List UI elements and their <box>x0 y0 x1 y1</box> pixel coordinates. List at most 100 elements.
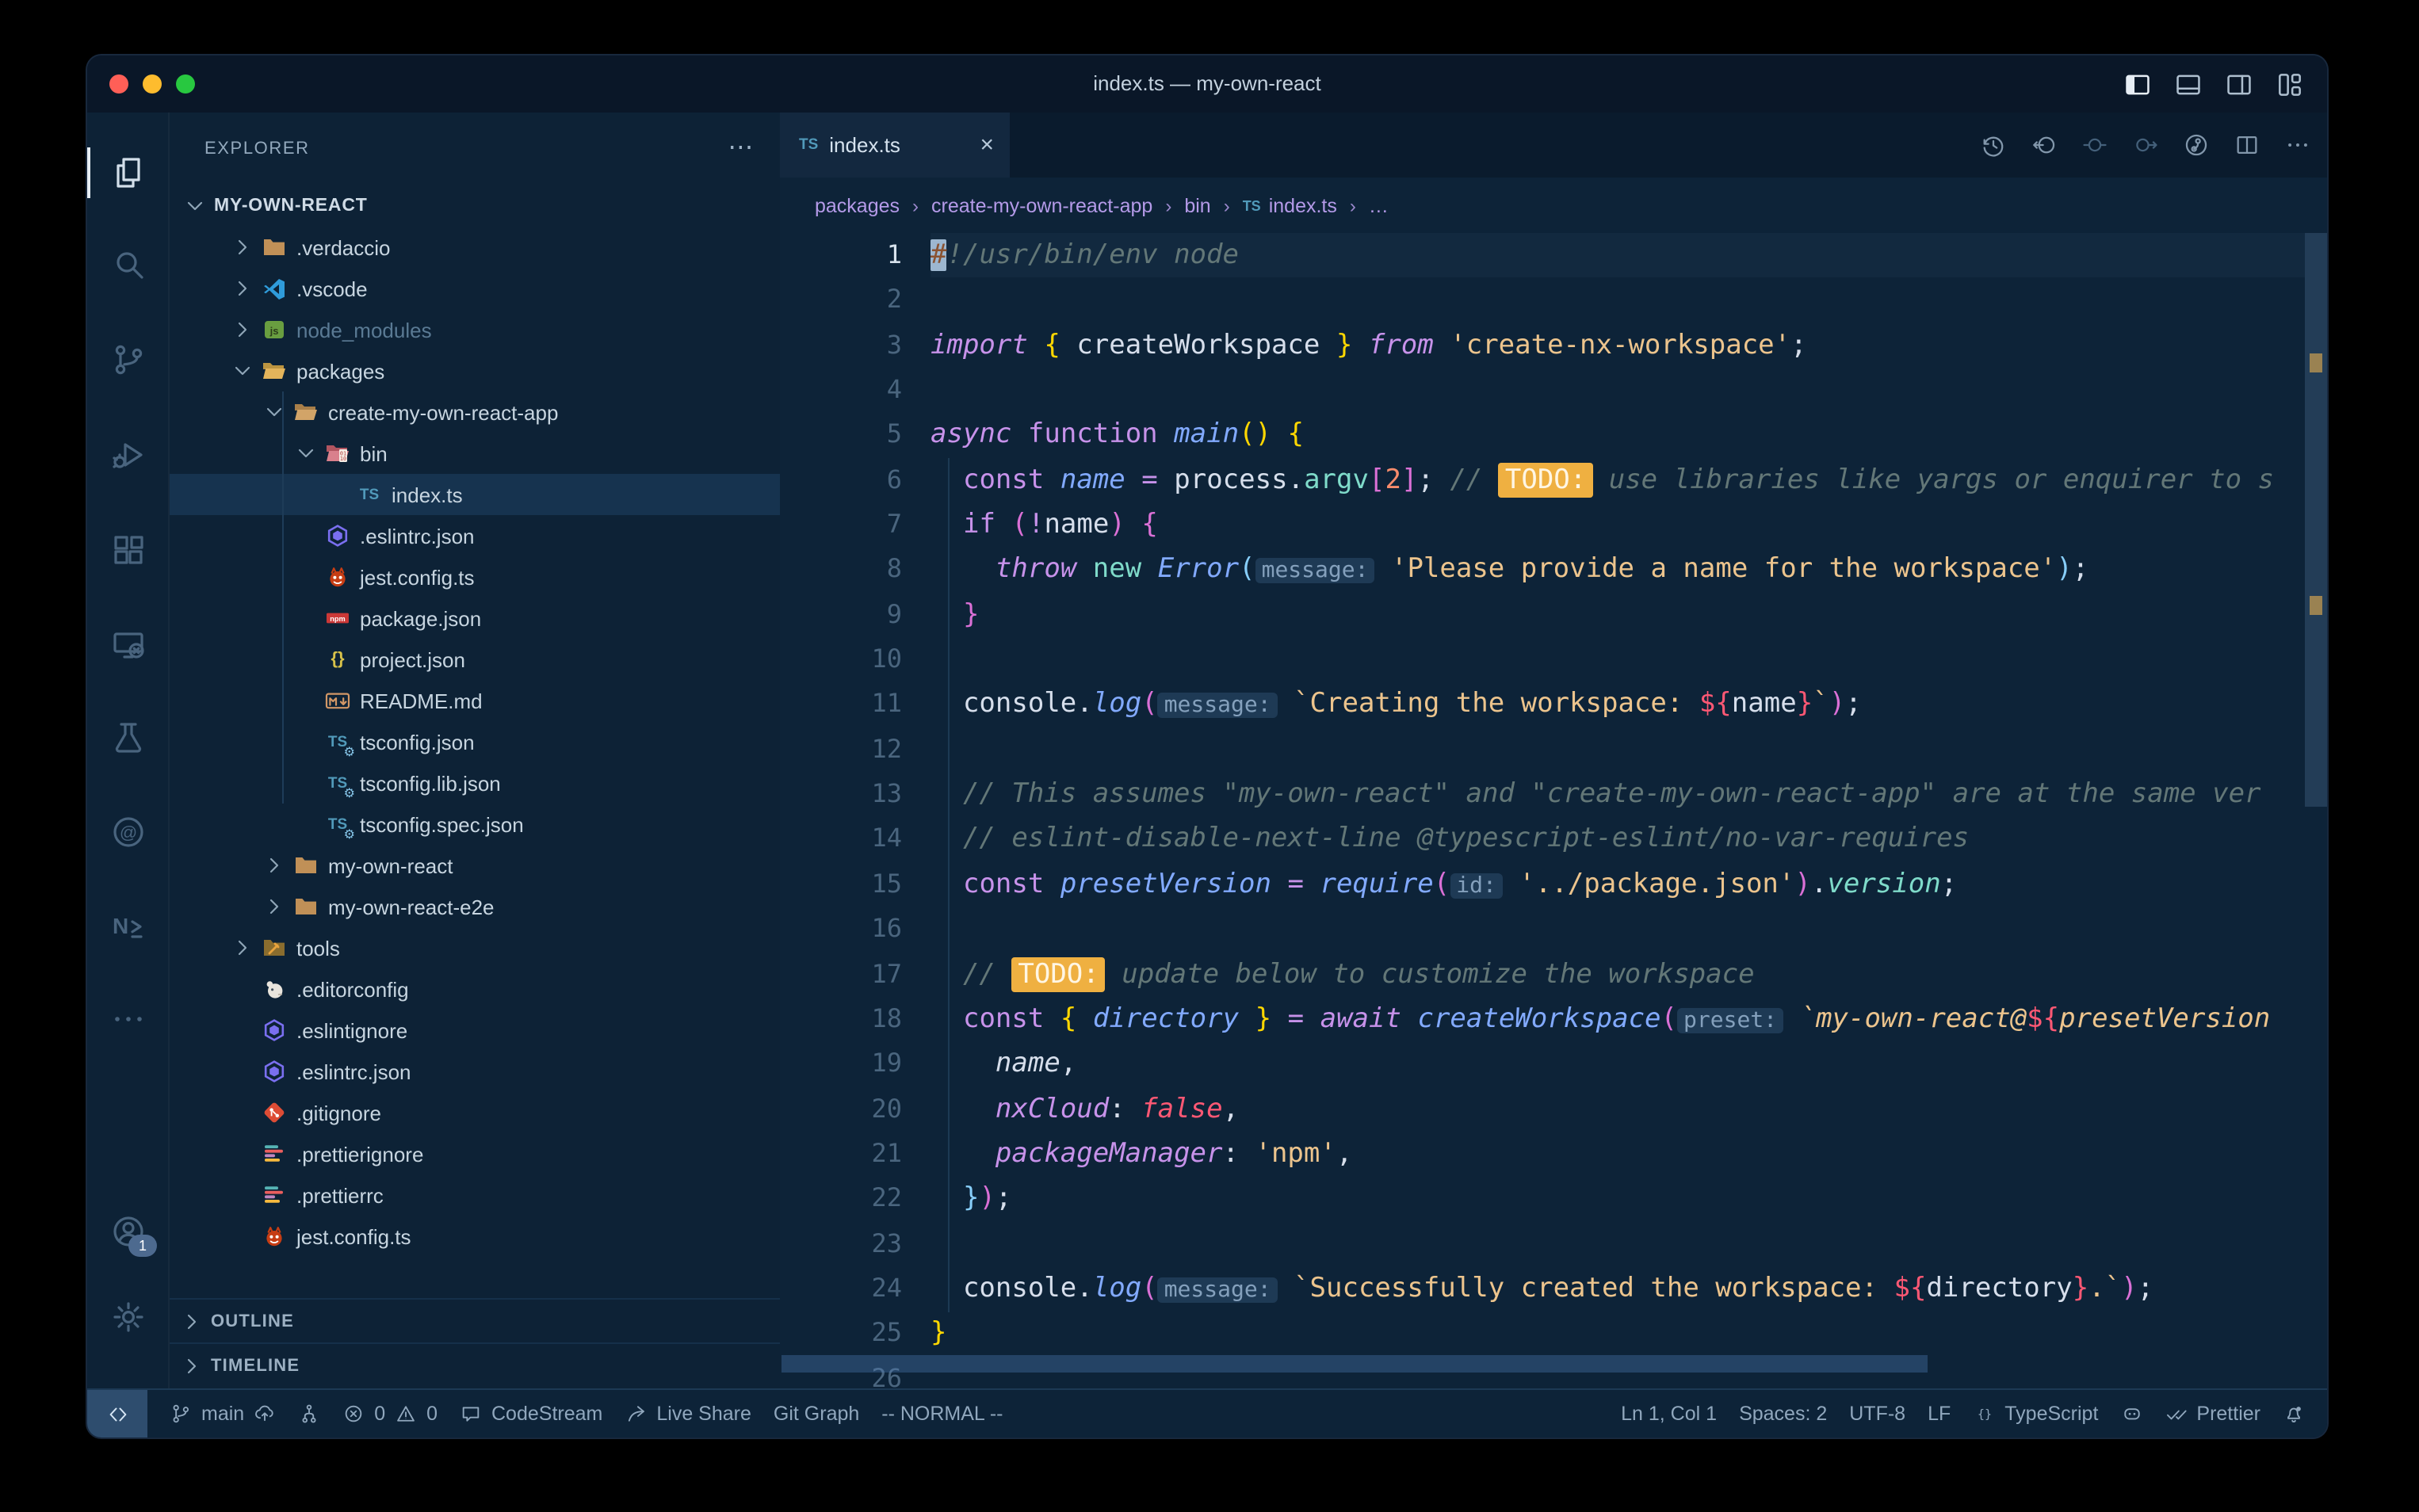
breadcrumb-item[interactable]: create-my-own-react-app <box>931 194 1152 216</box>
status-indentation[interactable]: Spaces: 2 <box>1739 1390 1827 1438</box>
breadcrumb-item[interactable]: … <box>1369 194 1389 216</box>
tree-item-packages[interactable]: packages <box>170 350 780 391</box>
code-line-5[interactable]: 5async function main() { <box>780 413 2305 458</box>
tree-item-.gitignore[interactable]: .gitignore <box>170 1092 780 1133</box>
activity-codestream[interactable]: @ <box>87 800 170 864</box>
status-encoding[interactable]: UTF-8 <box>1849 1390 1905 1438</box>
tree-item-.editorconfig[interactable]: .editorconfig <box>170 968 780 1010</box>
tree-item-.prettierignore[interactable]: .prettierignore <box>170 1133 780 1174</box>
section-timeline[interactable]: TIMELINE <box>170 1342 780 1387</box>
code-line-3[interactable]: 3import { createWorkspace } from 'create… <box>780 323 2305 368</box>
layout-panel-icon[interactable] <box>2173 69 2203 99</box>
horizontal-scrollbar-thumb[interactable] <box>781 1355 1928 1373</box>
code-line-4[interactable]: 4 <box>780 368 2305 413</box>
activity-source-control[interactable] <box>87 328 170 391</box>
code-line-6[interactable]: 6 const name = process.argv[2]; // TODO:… <box>780 457 2305 502</box>
circle-prev-icon[interactable] <box>2081 132 2108 158</box>
tree-item-project.json[interactable]: {}project.json <box>170 639 780 680</box>
vertical-scrollbar-thumb[interactable] <box>2305 233 2327 807</box>
activity-remote-explorer[interactable] <box>87 613 170 677</box>
activity-nx-console[interactable]: N <box>87 894 170 957</box>
tree-item-create-my-own-react-app[interactable]: create-my-own-react-app <box>170 391 780 433</box>
breadcrumb-item[interactable]: bin <box>1184 194 1210 216</box>
history-icon[interactable] <box>1980 132 2007 158</box>
code-line-23[interactable]: 23 <box>780 1221 2305 1266</box>
split-editor-icon[interactable] <box>2234 132 2260 158</box>
layout-grid-icon[interactable] <box>2275 69 2305 99</box>
explorer-more-actions-icon[interactable]: ⋯ <box>728 141 755 157</box>
nav-back-icon[interactable] <box>2031 132 2058 158</box>
activity-run-debug[interactable] <box>87 423 170 487</box>
code-line-2[interactable]: 2 <box>780 278 2305 323</box>
status-git-graph[interactable]: Git Graph <box>774 1390 859 1438</box>
code-line-7[interactable]: 7 if (!name) { <box>780 502 2305 548</box>
code-line-12[interactable]: 12 <box>780 727 2305 773</box>
code-line-21[interactable]: 21 packageManager: 'npm', <box>780 1132 2305 1177</box>
close-tab-icon[interactable]: × <box>980 133 994 157</box>
tree-item-.verdaccio[interactable]: .verdaccio <box>170 227 780 268</box>
layout-sidebar-left-icon[interactable] <box>2123 69 2153 99</box>
activity-files[interactable] <box>87 141 170 204</box>
activity-more[interactable] <box>87 987 170 1051</box>
status-remote[interactable] <box>87 1390 147 1438</box>
status-prettier[interactable]: Prettier <box>2165 1390 2260 1438</box>
code-line-25[interactable]: 25} <box>780 1312 2305 1357</box>
status-vim-mode[interactable]: -- NORMAL -- <box>881 1390 1003 1438</box>
status-problems[interactable]: 00 <box>342 1390 438 1438</box>
code-line-19[interactable]: 19 name, <box>780 1041 2305 1086</box>
code-line-15[interactable]: 15 const presetVersion = require(id: '..… <box>780 862 2305 907</box>
code-area[interactable]: 1#!/usr/bin/env node23import { createWor… <box>780 233 2305 1388</box>
more-actions-icon[interactable] <box>2284 132 2311 158</box>
tree-item-bin[interactable]: 0110bin <box>170 433 780 474</box>
tree-item-my-own-react-e2e[interactable]: my-own-react-e2e <box>170 886 780 927</box>
tree-item-package.json[interactable]: npmpackage.json <box>170 598 780 639</box>
code-line-20[interactable]: 20 nxCloud: false, <box>780 1086 2305 1132</box>
tree-item-README.md[interactable]: README.md <box>170 680 780 721</box>
activity-testing[interactable] <box>87 705 170 769</box>
git-compare-icon[interactable] <box>2183 132 2210 158</box>
status-language[interactable]: {}TypeScript <box>1973 1390 2098 1438</box>
tree-item-tsconfig.spec.json[interactable]: TStsconfig.spec.json <box>170 804 780 845</box>
code-line-8[interactable]: 8 throw new Error(message: 'Please provi… <box>780 548 2305 593</box>
activity-search[interactable] <box>87 233 170 296</box>
status-codestream[interactable]: CodeStream <box>460 1390 602 1438</box>
activity-extensions[interactable] <box>87 518 170 582</box>
tree-item-.vscode[interactable]: .vscode <box>170 268 780 309</box>
tree-item-tools[interactable]: tools <box>170 927 780 968</box>
tree-item-.eslintrc.json[interactable]: .eslintrc.json <box>170 1051 780 1092</box>
tree-item-tsconfig.json[interactable]: TStsconfig.json <box>170 721 780 762</box>
tree-item-node_modules[interactable]: jsnode_modules <box>170 309 780 350</box>
code-line-24[interactable]: 24 console.log(message: `Successfully cr… <box>780 1266 2305 1312</box>
code-line-11[interactable]: 11 console.log(message: `Creating the wo… <box>780 682 2305 727</box>
code-line-18[interactable]: 18 const { directory } = await createWor… <box>780 997 2305 1042</box>
status-live-share[interactable]: Live Share <box>625 1390 751 1438</box>
tree-root[interactable]: MY-OWN-REACT <box>170 185 780 227</box>
status-branch[interactable]: main <box>170 1390 276 1438</box>
status-cursor-position[interactable]: Ln 1, Col 1 <box>1621 1390 1717 1438</box>
circle-next-icon[interactable] <box>2132 132 2159 158</box>
layout-sidebar-right-icon[interactable] <box>2224 69 2254 99</box>
breadcrumb-item[interactable]: TSindex.ts <box>1243 194 1337 216</box>
code-line-10[interactable]: 10 <box>780 637 2305 682</box>
tree-item-.eslintignore[interactable]: .eslintignore <box>170 1010 780 1051</box>
breadcrumb-item[interactable]: packages <box>815 194 900 216</box>
section-outline[interactable]: OUTLINE <box>170 1298 780 1342</box>
status-eol[interactable]: LF <box>1928 1390 1951 1438</box>
activity-account[interactable]: 1 <box>87 1200 170 1263</box>
status-notifications[interactable] <box>2283 1390 2305 1438</box>
tree-item-.prettierrc[interactable]: .prettierrc <box>170 1174 780 1216</box>
code-line-17[interactable]: 17 // TODO: update below to customize th… <box>780 952 2305 997</box>
tree-item-my-own-react[interactable]: my-own-react <box>170 845 780 886</box>
status-copilot[interactable] <box>2120 1390 2142 1438</box>
tree-item-index.ts[interactable]: TSindex.ts <box>170 474 780 515</box>
status-fork[interactable] <box>298 1390 320 1438</box>
code-line-9[interactable]: 9 } <box>780 593 2305 638</box>
vertical-scrollbar[interactable] <box>2305 233 2327 1369</box>
horizontal-scrollbar[interactable] <box>780 1355 2305 1373</box>
tree-item-jest.config.ts[interactable]: jest.config.ts <box>170 1216 780 1257</box>
activity-settings-gear[interactable] <box>87 1285 170 1349</box>
tab-index-ts[interactable]: TS index.ts × <box>780 113 1010 178</box>
tree-item-tsconfig.lib.json[interactable]: TStsconfig.lib.json <box>170 762 780 804</box>
tree-item-.eslintrc.json[interactable]: .eslintrc.json <box>170 515 780 556</box>
tree-item-jest.config.ts[interactable]: jest.config.ts <box>170 556 780 598</box>
